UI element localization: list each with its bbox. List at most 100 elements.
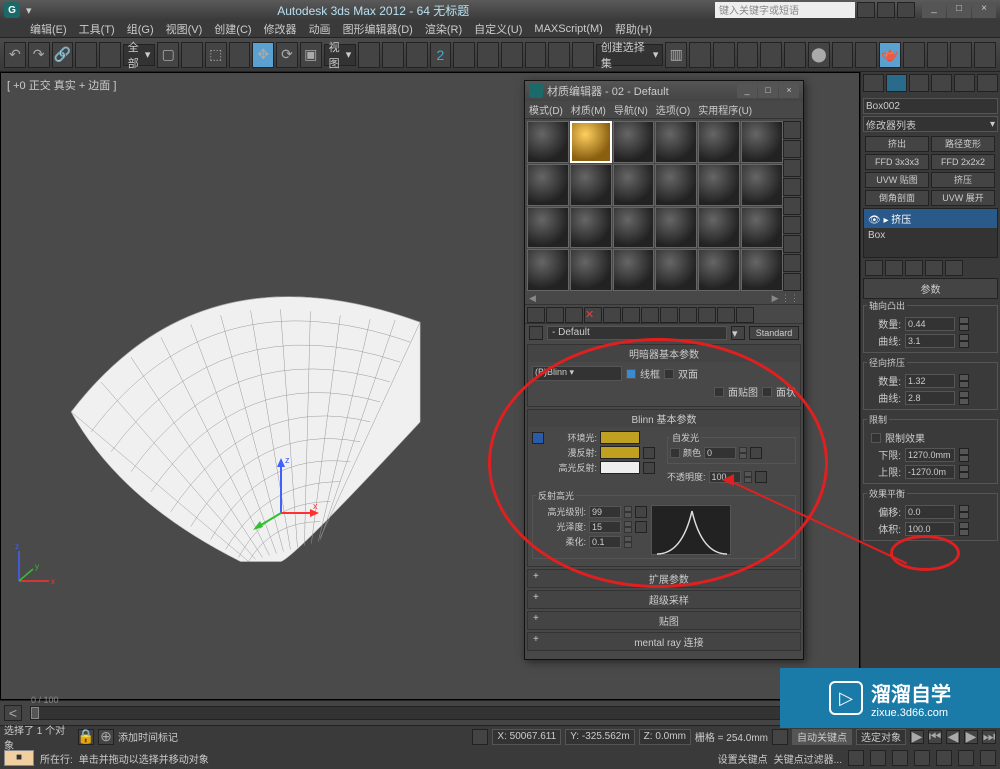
select-button[interactable]: ▢: [157, 42, 179, 68]
mat-slot[interactable]: [741, 207, 783, 249]
limit-lower-spinner[interactable]: 1270.0mm: [905, 448, 955, 462]
nav-orbit-icon[interactable]: [958, 750, 974, 766]
search-icon[interactable]: [857, 2, 875, 18]
teapot-button[interactable]: [927, 42, 949, 68]
mod-btn-7[interactable]: UVW 展开: [931, 190, 995, 206]
make-preview-icon[interactable]: [783, 216, 801, 234]
mat-editor-titlebar[interactable]: 材质编辑器 - 02 - Default _ □ ×: [525, 81, 803, 101]
autokey-button[interactable]: 自动关键点: [792, 729, 852, 745]
mat-slot[interactable]: [655, 121, 697, 163]
redo-button[interactable]: ↷: [28, 42, 50, 68]
put-lib-icon[interactable]: [641, 307, 659, 323]
tab-modify-icon[interactable]: [886, 74, 907, 92]
mat-close-button[interactable]: ×: [779, 84, 799, 98]
axial-curve-spinner[interactable]: 3.1: [905, 334, 955, 348]
magnet-button[interactable]: [548, 42, 570, 68]
put-mat-icon[interactable]: [546, 307, 564, 323]
mat-slot[interactable]: [698, 164, 740, 206]
named-sets-dropdown[interactable]: 创建选择集 ▾: [596, 44, 664, 66]
show-map-icon[interactable]: [679, 307, 697, 323]
mat-menu-options[interactable]: 选项(O): [656, 102, 690, 117]
mat-slot[interactable]: [613, 207, 655, 249]
mat-slot[interactable]: [570, 249, 612, 291]
rotate-button[interactable]: ⟳: [276, 42, 298, 68]
stack-item-1[interactable]: Box: [864, 228, 997, 243]
nav-max-icon[interactable]: [980, 750, 996, 766]
mat-name-field[interactable]: - Default: [547, 326, 727, 340]
show-end-mat-icon[interactable]: [698, 307, 716, 323]
mat-slot-selected[interactable]: [570, 121, 612, 163]
facemap-check[interactable]: [714, 387, 724, 397]
selection-filter-dropdown[interactable]: 全部 ▾: [123, 44, 156, 66]
unlink-button[interactable]: [75, 42, 97, 68]
manipulate-button[interactable]: [382, 42, 404, 68]
mat-slot[interactable]: [527, 207, 569, 249]
specular-color-swatch[interactable]: [600, 461, 640, 474]
move-button[interactable]: ✥: [252, 42, 274, 68]
go-parent-icon[interactable]: [717, 307, 735, 323]
more-button[interactable]: [950, 42, 972, 68]
faceted-check[interactable]: [762, 387, 772, 397]
tab-hierarchy-icon[interactable]: [909, 74, 930, 92]
mat-name-dropdown-icon[interactable]: ▾: [731, 326, 745, 340]
opacity-map-button[interactable]: [755, 471, 767, 483]
mat-slot[interactable]: [655, 164, 697, 206]
menu-animation[interactable]: 动画: [309, 21, 331, 37]
remove-mod-icon[interactable]: [925, 260, 943, 276]
mat-slot[interactable]: [741, 164, 783, 206]
video-check-icon[interactable]: [783, 197, 801, 215]
menu-customize[interactable]: 自定义(U): [474, 21, 522, 37]
limit-upper-spinner[interactable]: -1270.0m: [905, 465, 955, 479]
mirror-button[interactable]: ▥: [665, 42, 687, 68]
snap-2d-button[interactable]: 2: [430, 42, 452, 68]
mat-menu-mode[interactable]: 模式(D): [529, 102, 563, 117]
selection-lock-button[interactable]: [525, 42, 547, 68]
nav-zoom-icon[interactable]: [870, 750, 886, 766]
mat-slot[interactable]: [741, 249, 783, 291]
minimize-button[interactable]: _: [922, 2, 946, 18]
prev-frame-icon[interactable]: ◀: [946, 730, 960, 744]
tab-create-icon[interactable]: [863, 74, 884, 92]
more2-button[interactable]: [974, 42, 996, 68]
options-icon[interactable]: [783, 235, 801, 253]
diffuse-map-button[interactable]: [643, 447, 655, 459]
magnet2-button[interactable]: [572, 42, 594, 68]
selfillum-map-button[interactable]: [750, 447, 762, 459]
time-key[interactable]: [31, 707, 39, 719]
sample-uv-icon[interactable]: [783, 178, 801, 196]
modifier-list-dropdown[interactable]: 修改器列表▾: [863, 116, 998, 132]
go-sibling-icon[interactable]: [736, 307, 754, 323]
pin-stack-icon[interactable]: [865, 260, 883, 276]
axial-amount-spinner[interactable]: 0.44: [905, 317, 955, 331]
select-region-button[interactable]: ⬚: [205, 42, 227, 68]
mat-slot[interactable]: [613, 121, 655, 163]
help-search-input[interactable]: 键入关键字或短语: [715, 2, 855, 18]
schematic-button[interactable]: [784, 42, 806, 68]
gloss-spinner[interactable]: 15: [589, 521, 621, 533]
balance-offset-spinner[interactable]: 0.0: [905, 505, 955, 519]
mat-minimize-button[interactable]: _: [737, 84, 757, 98]
ribbon-button[interactable]: [737, 42, 759, 68]
material-editor-button[interactable]: ⬤: [808, 42, 830, 68]
keyfilter-button[interactable]: 关键点过滤器...: [774, 751, 842, 766]
layers-button[interactable]: [713, 42, 735, 68]
undo-button[interactable]: ↶: [4, 42, 26, 68]
help-dropdown-icon[interactable]: [877, 2, 895, 18]
abs-transform-icon[interactable]: [472, 729, 488, 745]
mod-btn-5[interactable]: 挤压: [931, 172, 995, 188]
object-name-field[interactable]: [863, 98, 998, 114]
coord-z-field[interactable]: Z: 0.0mm: [639, 729, 691, 745]
mod-btn-6[interactable]: 倒角剖面: [865, 190, 929, 206]
shader-dropdown[interactable]: (B)Blinn ▾: [532, 366, 622, 381]
nav-zoom-ext-icon[interactable]: [914, 750, 930, 766]
make-unique-icon[interactable]: [622, 307, 640, 323]
transform-gizmo-icon[interactable]: z x: [241, 453, 321, 533]
goto-start-icon[interactable]: ⏮: [928, 730, 942, 744]
select-by-mat-icon[interactable]: [783, 254, 801, 272]
link-button[interactable]: 🔗: [52, 42, 74, 68]
render-prod-button[interactable]: [903, 42, 925, 68]
mat-id-icon[interactable]: [660, 307, 678, 323]
twosided-check[interactable]: [664, 369, 674, 379]
menu-render[interactable]: 渲染(R): [425, 21, 462, 37]
opacity-spinner[interactable]: 100: [709, 471, 741, 483]
